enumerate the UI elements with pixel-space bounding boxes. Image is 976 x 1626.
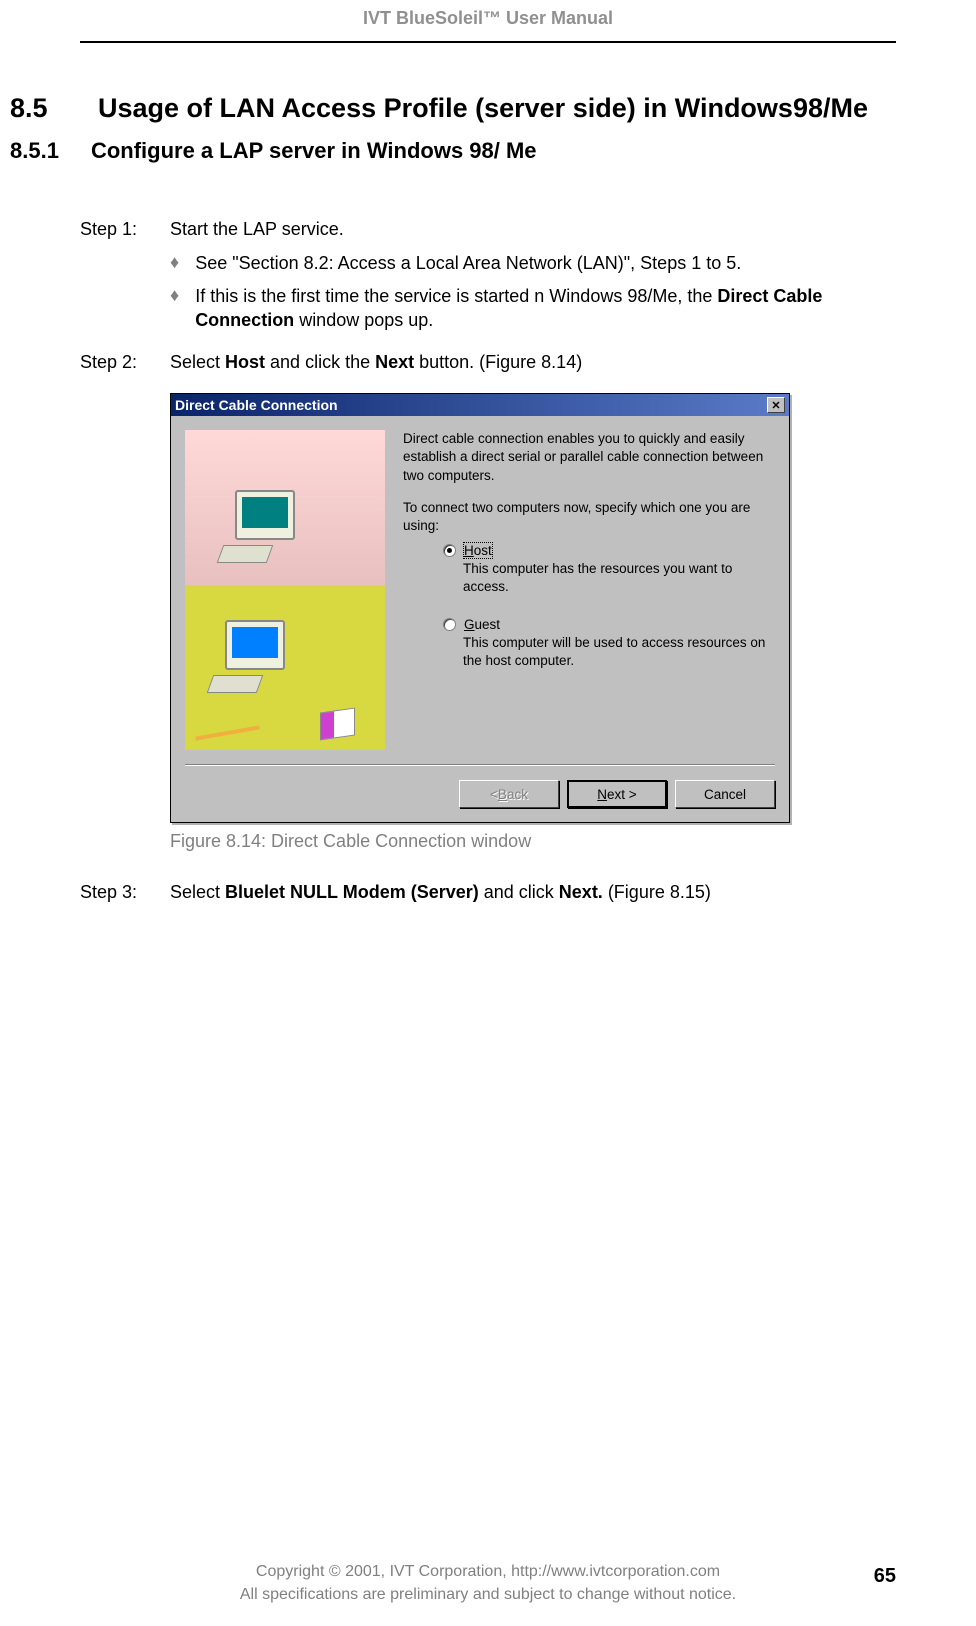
next-button[interactable]: Next > — [567, 780, 667, 808]
bullet-text: If this is the first time the service is… — [195, 285, 896, 332]
section-number: 8.5 — [10, 93, 70, 124]
cancel-button[interactable]: Cancel — [675, 780, 775, 808]
subsection-title: Configure a LAP server in Windows 98/ Me — [91, 138, 537, 164]
step-1: Step 1: Start the LAP service. — [80, 219, 896, 240]
page-number: 65 — [874, 1565, 896, 1588]
bullet-text: See "Section 8.2: Access a Local Area Ne… — [195, 252, 896, 275]
back-button: < Back — [459, 780, 559, 808]
step-2-label: Step 2: — [80, 352, 160, 373]
step-1-label: Step 1: — [80, 219, 160, 240]
step-2: Step 2: Select Host and click the Next b… — [80, 352, 896, 373]
close-button[interactable]: ✕ — [767, 397, 785, 413]
section-title: Usage of LAN Access Profile (server side… — [98, 93, 896, 124]
disclaimer-text: All specifications are preliminary and s… — [80, 1584, 896, 1606]
bullet-icon: ♦ — [170, 252, 179, 275]
subsection-number: 8.5.1 — [10, 138, 59, 164]
copyright-text: Copyright © 2001, IVT Corporation, http:… — [80, 1561, 896, 1583]
figure-8-14: Direct Cable Connection ✕ — [170, 393, 896, 823]
titlebar: Direct Cable Connection ✕ — [171, 394, 789, 416]
step-3-text: Select Bluelet NULL Modem (Server) and c… — [170, 882, 896, 903]
computer-icon — [235, 490, 315, 570]
step-3-label: Step 3: — [80, 882, 160, 903]
section-heading: 8.5 Usage of LAN Access Profile (server … — [10, 93, 896, 124]
dialog-title: Direct Cable Connection — [175, 397, 338, 413]
radio-guest-label: Guest — [464, 617, 500, 632]
bullet-icon: ♦ — [170, 285, 179, 332]
direct-cable-connection-dialog: Direct Cable Connection ✕ — [170, 393, 790, 823]
list-item: ♦ See "Section 8.2: Access a Local Area … — [170, 252, 896, 275]
dialog-intro-text: Direct cable connection enables you to q… — [403, 430, 775, 485]
close-icon: ✕ — [771, 399, 780, 412]
radio-host[interactable] — [443, 544, 456, 557]
dialog-prompt-text: To connect two computers now, specify wh… — [403, 499, 775, 535]
step-2-text: Select Host and click the Next button. (… — [170, 352, 896, 373]
radio-host-desc: This computer has the resources you want… — [463, 560, 775, 596]
wizard-illustration — [185, 430, 385, 750]
notepad-icon — [320, 708, 355, 741]
radio-guest[interactable] — [443, 618, 456, 631]
page-header: IVT BlueSoleil™ User Manual — [80, 0, 896, 43]
radio-host-label: Host — [464, 543, 492, 558]
step-1-text: Start the LAP service. — [170, 219, 896, 240]
step-1-bullets: ♦ See "Section 8.2: Access a Local Area … — [170, 252, 896, 332]
computer-icon — [225, 620, 315, 700]
radio-guest-desc: This computer will be used to access res… — [463, 634, 775, 670]
subsection-heading: 8.5.1 Configure a LAP server in Windows … — [10, 138, 896, 164]
dialog-content: Direct cable connection enables you to q… — [385, 430, 775, 750]
header-title: IVT BlueSoleil™ User Manual — [363, 8, 613, 28]
radio-option-guest[interactable]: Guest — [443, 617, 775, 632]
footer-text: Copyright © 2001, IVT Corporation, http:… — [80, 1561, 896, 1606]
page-footer: Copyright © 2001, IVT Corporation, http:… — [80, 1561, 896, 1606]
dialog-body: Direct cable connection enables you to q… — [171, 416, 789, 750]
step-3: Step 3: Select Bluelet NULL Modem (Serve… — [80, 882, 896, 903]
dialog-button-row: < Back Next > Cancel — [171, 766, 789, 822]
radio-option-host[interactable]: Host — [443, 543, 775, 558]
figure-caption: Figure 8.14: Direct Cable Connection win… — [170, 831, 896, 852]
list-item: ♦ If this is the first time the service … — [170, 285, 896, 332]
